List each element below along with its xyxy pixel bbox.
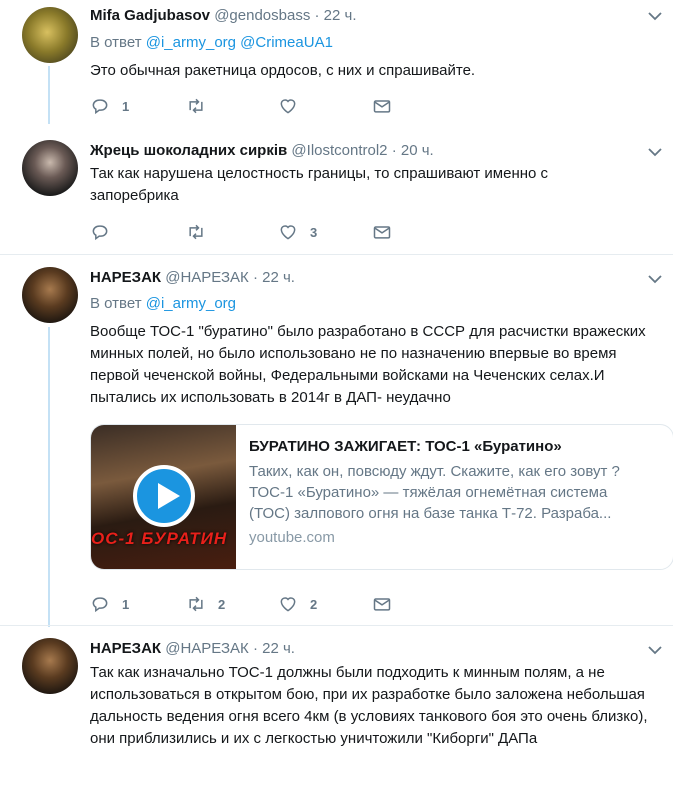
reply-context: В ответ @i_army_org @CrimeaUA1 [90, 33, 333, 53]
user-name[interactable]: Mifa Gadjubasov [90, 7, 210, 24]
tweet-header: НАРЕЗАК @НАРЕЗАК · 22 ч. [90, 639, 295, 659]
retweet-count: 2 [218, 596, 226, 612]
reply-button[interactable]: 1 [90, 594, 129, 614]
avatar[interactable] [22, 140, 78, 196]
tweet-text: Вообще ТОС-1 "буратино" было разработано… [90, 323, 646, 406]
direct-message-button[interactable] [372, 96, 392, 116]
reply-mentions[interactable]: @i_army_org [146, 295, 236, 312]
card-body: БУРАТИНО ЗАЖИГАЕТ: ТОС-1 «Буратино» Таки… [249, 437, 649, 548]
retweet-button[interactable] [186, 96, 218, 116]
reply-icon [92, 225, 108, 241]
tweet-header: Mifa Gadjubasov @gendosbass · 22 ч. [90, 6, 357, 26]
chevron-down-icon[interactable] [647, 144, 663, 160]
tweet-text: Так как нарушена целостность границы, то… [90, 165, 549, 204]
user-name[interactable]: НАРЕЗАК [90, 640, 161, 657]
reply-icon [92, 597, 108, 613]
reply-mentions[interactable]: @i_army_org @CrimeaUA1 [146, 34, 333, 51]
retweet-icon [189, 98, 203, 114]
link-card[interactable]: ОС-1 БУРАТИН БУРАТИНО ЗАЖИГАЕТ: ТОС-1 «Б… [90, 424, 673, 570]
like-button[interactable]: 2 [278, 594, 317, 614]
tweet-text: Это обычная ракетница ордосов, с них и с… [90, 62, 476, 79]
chevron-down-icon[interactable] [647, 271, 663, 287]
direct-message-icon [373, 100, 391, 113]
tweet[interactable]: НАРЕЗАК @НАРЕЗАК · 22 ч. Так как изначал… [0, 626, 673, 793]
reply-count: 1 [122, 596, 130, 612]
like-icon [280, 225, 296, 240]
thumbnail-text: ОС-1 БУРАТИН [91, 529, 228, 548]
play-icon[interactable] [133, 465, 195, 527]
retweet-icon [189, 596, 203, 612]
user-name[interactable]: Жрець шоколадних сирків [90, 142, 287, 159]
tweet-text: Так как изначально ТОС-1 должны были под… [90, 664, 648, 747]
timestamp[interactable]: · 22 ч. [253, 640, 295, 657]
tweet[interactable]: Mifa Gadjubasov @gendosbass · 22 ч. В от… [0, 0, 673, 128]
user-handle[interactable]: @gendosbass [214, 7, 310, 24]
video-thumbnail[interactable]: ОС-1 БУРАТИН [91, 425, 236, 569]
timestamp[interactable]: · 22 ч. [253, 269, 295, 286]
reply-button[interactable]: 1 [90, 96, 129, 116]
card-description: Таких, как он, повсюду ждут. Скажите, ка… [249, 463, 620, 522]
like-count: 2 [310, 596, 318, 612]
thread-line [48, 66, 50, 124]
like-count: 3 [310, 224, 318, 240]
user-name[interactable]: НАРЕЗАК [90, 269, 161, 286]
like-button[interactable]: 3 [278, 222, 317, 242]
reply-prefix: В ответ [90, 34, 142, 51]
direct-message-button[interactable] [372, 594, 392, 614]
retweet-icon [189, 224, 203, 240]
tweet-header: Жрець шоколадних сирків @Ilostcontrol2 ·… [90, 141, 434, 161]
user-handle[interactable]: @НАРЕЗАК [165, 640, 249, 657]
card-title[interactable]: БУРАТИНО ЗАЖИГАЕТ: ТОС-1 «Буратино» [249, 437, 649, 457]
card-domain: youtube.com [249, 529, 335, 546]
reply-button[interactable] [90, 222, 122, 242]
avatar[interactable] [22, 638, 78, 694]
tweet[interactable]: Жрець шоколадних сирків @Ilostcontrol2 ·… [0, 128, 673, 254]
direct-message-icon [373, 598, 391, 611]
direct-message-icon [373, 226, 391, 239]
avatar[interactable] [22, 7, 78, 63]
user-handle[interactable]: @НАРЕЗАК [165, 269, 249, 286]
retweet-button[interactable] [186, 222, 218, 242]
like-icon [280, 597, 296, 612]
direct-message-button[interactable] [372, 222, 392, 242]
thread-line [48, 327, 50, 627]
avatar[interactable] [22, 267, 78, 323]
chevron-down-icon[interactable] [647, 8, 663, 24]
like-icon [280, 99, 296, 114]
reply-icon [92, 99, 108, 115]
retweet-button[interactable]: 2 [186, 594, 225, 614]
timestamp[interactable]: · 20 ч. [392, 142, 434, 159]
reply-context: В ответ @i_army_org [90, 294, 236, 314]
user-handle[interactable]: @Ilostcontrol2 [291, 142, 387, 159]
reply-prefix: В ответ [90, 295, 142, 312]
chevron-down-icon[interactable] [647, 642, 663, 658]
timestamp[interactable]: · 22 ч. [315, 7, 357, 24]
tweet-header: НАРЕЗАК @НАРЕЗАК · 22 ч. [90, 268, 295, 288]
like-button[interactable] [278, 96, 310, 116]
reply-count: 1 [122, 98, 130, 114]
